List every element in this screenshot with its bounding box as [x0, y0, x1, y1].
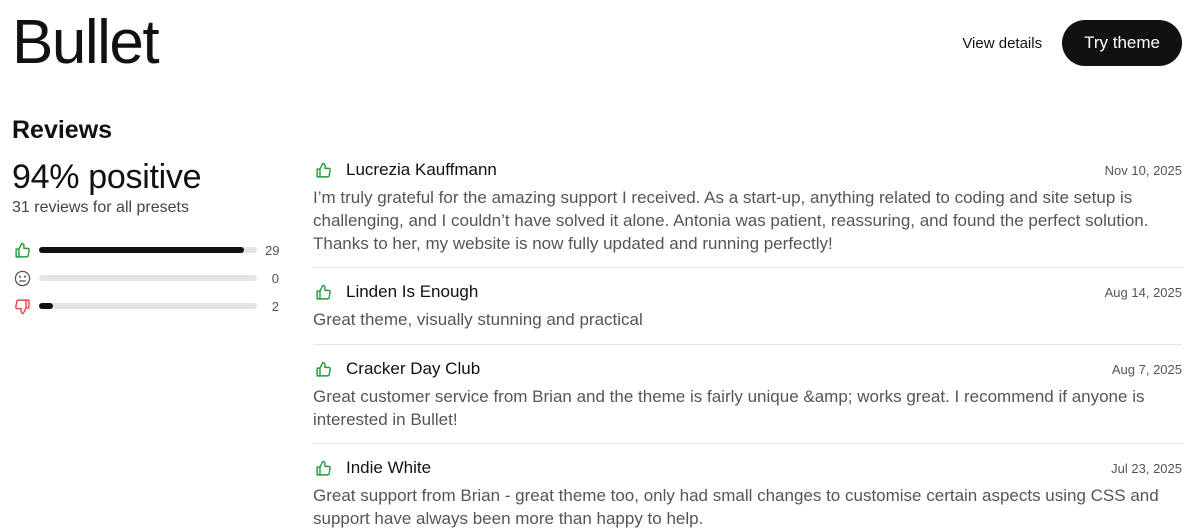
review-date: Jul 23, 2025 [1111, 460, 1182, 476]
positive-percentage: 94% positive [12, 158, 202, 196]
thumbs-up-icon [315, 283, 333, 301]
thumbs-up-icon [315, 459, 333, 477]
review-date: Nov 10, 2025 [1104, 162, 1182, 178]
thumbs-up-icon [12, 240, 32, 260]
review-header: Lucrezia Kauffmann Nov 10, 2025 [313, 156, 1182, 184]
review-date: Aug 7, 2025 [1111, 361, 1182, 377]
review-header: Linden Is Enough Aug 14, 2025 [313, 278, 1182, 306]
thumbs-up-icon [315, 161, 333, 179]
rating-row-negative[interactable]: 2 [12, 296, 282, 316]
view-details-link[interactable]: View details [962, 27, 1042, 60]
rating-count-positive: 29 [265, 242, 280, 258]
review-text: Great customer service from Brian and th… [313, 387, 1145, 429]
rating-bar-neutral [39, 275, 257, 281]
rating-bar-positive [39, 247, 257, 253]
review-text: Great theme, visually stunning and pract… [313, 310, 643, 329]
rating-row-positive[interactable]: 29 [12, 240, 282, 260]
review-text: I’m truly grateful for the amazing suppo… [313, 188, 1149, 253]
header-actions: View details Try theme [962, 20, 1182, 66]
review-item: Indie White Jul 23, 2025 Great support f… [313, 444, 1182, 530]
try-theme-button[interactable]: Try theme [1062, 20, 1182, 66]
thumbs-up-icon [315, 360, 333, 378]
reviewer-name: Lucrezia Kauffmann [346, 160, 497, 179]
rating-count-neutral: 0 [271, 270, 279, 286]
rating-count-negative: 2 [271, 298, 279, 314]
theme-title: Bullet [12, 8, 160, 77]
reviewer-name: Cracker Day Club [346, 359, 481, 378]
review-date: Aug 14, 2025 [1104, 284, 1182, 300]
thumbs-down-icon [12, 296, 32, 316]
rating-row-neutral[interactable]: 0 [12, 268, 282, 288]
theme-reviews-page: Bullet View details Try theme Reviews 94… [0, 0, 1200, 531]
rating-bar-fill-positive [39, 247, 244, 253]
reviews-count: 31 reviews for all presets [12, 199, 189, 216]
review-item: Cracker Day Club Aug 7, 2025 Great custo… [313, 345, 1182, 444]
review-list: Lucrezia Kauffmann Nov 10, 2025 I’m trul… [313, 156, 1182, 530]
reviewer-name: Linden Is Enough [346, 282, 479, 301]
review-item: Linden Is Enough Aug 14, 2025 Great them… [313, 268, 1182, 345]
review-item: Lucrezia Kauffmann Nov 10, 2025 I’m trul… [313, 156, 1182, 268]
review-text: Great support from Brian - great theme t… [313, 486, 1159, 528]
rating-bar-negative [39, 303, 257, 309]
rating-bar-fill-negative [39, 303, 54, 309]
review-header: Indie White Jul 23, 2025 [313, 454, 1182, 482]
reviewer-name: Indie White [346, 458, 432, 477]
reviews-heading: Reviews [12, 116, 113, 144]
neutral-face-icon [12, 268, 32, 288]
rating-breakdown: 29 0 2 [12, 240, 282, 324]
review-header: Cracker Day Club Aug 7, 2025 [313, 355, 1182, 383]
